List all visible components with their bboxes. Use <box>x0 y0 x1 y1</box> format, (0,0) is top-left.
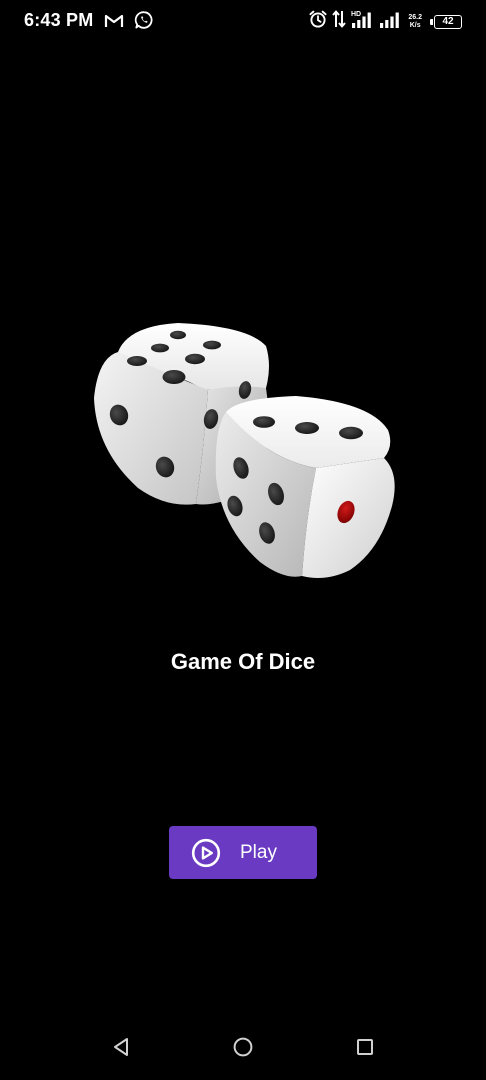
battery-level: 42 <box>442 16 454 27</box>
recents-icon <box>355 1037 375 1062</box>
svg-text:HD: HD <box>351 11 361 18</box>
back-icon <box>111 1036 131 1063</box>
back-button[interactable] <box>108 1036 134 1062</box>
signal-hd-icon: HD <box>350 9 374 34</box>
die-front <box>215 396 395 578</box>
net-speed: 26.2 K/s <box>408 14 422 30</box>
recents-button[interactable] <box>352 1036 378 1062</box>
gmail-icon <box>104 13 124 33</box>
alarm-icon <box>308 9 328 34</box>
home-button[interactable] <box>230 1036 256 1062</box>
navigation-bar <box>0 1020 486 1076</box>
net-speed-value: 26.2 <box>408 13 422 21</box>
dice-illustration <box>88 318 400 584</box>
play-button[interactable]: Play <box>169 826 317 879</box>
app-title: Game Of Dice <box>170 649 316 674</box>
play-button-label: Play <box>240 841 277 863</box>
home-icon <box>232 1036 254 1063</box>
status-time: 6:43 PM <box>24 10 94 30</box>
status-bar: 6:43 PM HD 26.2 K/s 42 <box>0 0 486 44</box>
data-transfer-icon <box>332 9 347 34</box>
notification-icons <box>104 10 154 35</box>
battery-icon: 42 <box>430 14 462 29</box>
signal-icon <box>378 9 402 34</box>
play-circle-icon <box>191 838 221 868</box>
whatsapp-icon <box>134 10 154 35</box>
system-status-icons: HD 26.2 K/s 42 <box>308 9 462 34</box>
net-speed-unit: K/s <box>409 21 421 29</box>
